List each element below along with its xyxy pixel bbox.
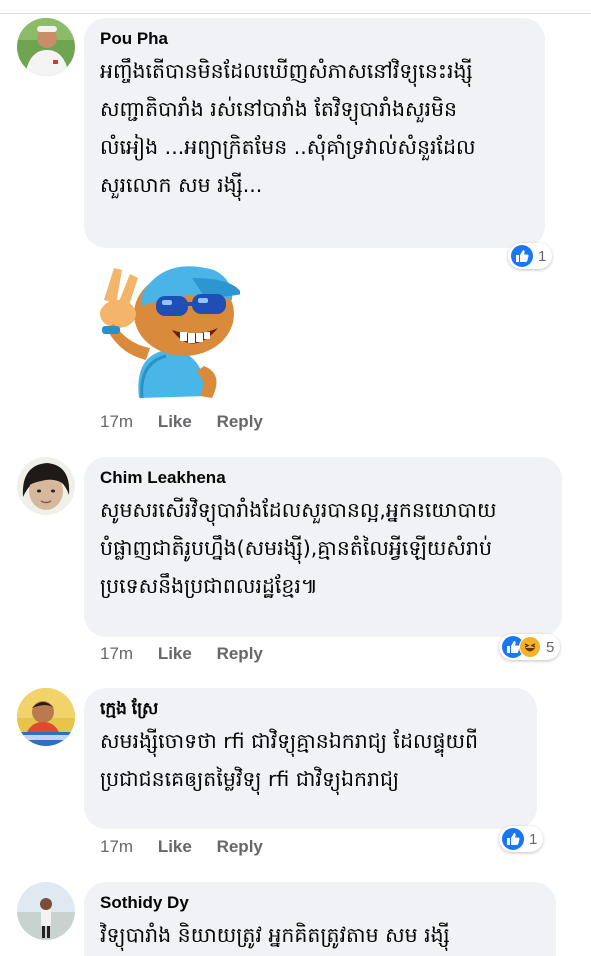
comment-timestamp[interactable]: 17m [100, 412, 133, 432]
commenter-name[interactable]: Pou Pha [100, 28, 529, 50]
reaction-summary[interactable]: 5 [499, 634, 561, 660]
comment-bubble: ក្មេង ស្រែ សមរង្ស៊ីចោទថា rfi ជាវិទ្យុគ្ម… [84, 688, 537, 829]
comment-actions: 17m Like Reply [100, 837, 283, 857]
sticker-thumbs-peace [84, 248, 242, 404]
like-reaction-icon [511, 245, 533, 267]
reaction-count: 1 [529, 830, 538, 848]
comment-actions: 17m Like Reply [100, 644, 283, 664]
like-button[interactable]: Like [158, 412, 192, 432]
reaction-summary[interactable]: 1 [508, 243, 553, 269]
reaction-count: 1 [538, 247, 547, 265]
comment-text: វិទ្យុបារាំង និយាយត្រូវ អ្នកគិតត្រូវតាម … [100, 923, 450, 947]
comment-text: សូមសរសើរវិទ្យុបារាំងដែលសួរបានល្អ,អ្នកនយោ… [100, 498, 497, 598]
like-button[interactable]: Like [158, 644, 192, 664]
reaction-summary[interactable]: 1 [499, 826, 544, 852]
comment-text: អញ្ចឹងតើបានមិនដែលឃើញសំភាសនៅវិទ្យុនេះរង្ស… [100, 59, 476, 197]
commenter-name[interactable]: Chim Leakhena [100, 467, 546, 489]
reply-button[interactable]: Reply [217, 412, 263, 432]
commenter-name[interactable]: ក្មេង ស្រែ [100, 698, 521, 720]
comment-text: សមរង្ស៊ីចោទថា rfi ជាវិទ្យុគ្មានឯករាជ្យ ដ… [100, 729, 479, 791]
comment-bubble: Pou Pha អញ្ចឹងតើបានមិនដែលឃើញសំភាសនៅវិទ្យ… [84, 18, 545, 248]
top-divider [0, 13, 591, 14]
like-button[interactable]: Like [158, 837, 192, 857]
reply-button[interactable]: Reply [217, 644, 263, 664]
avatar[interactable] [17, 882, 75, 940]
commenter-name[interactable]: Sothidy Dy [100, 892, 540, 914]
avatar[interactable] [17, 18, 75, 76]
comment-timestamp[interactable]: 17m [100, 837, 133, 857]
comment-bubble: Chim Leakhena សូមសរសើរវិទ្យុបារាំងដែលសួរ… [84, 457, 562, 637]
like-reaction-icon [502, 828, 524, 850]
reply-button[interactable]: Reply [217, 837, 263, 857]
comment-bubble: Sothidy Dy វិទ្យុបារាំង និយាយត្រូវ អ្នកគ… [84, 882, 556, 956]
avatar[interactable] [17, 688, 75, 746]
comment-timestamp[interactable]: 17m [100, 644, 133, 664]
reaction-count: 5 [546, 638, 555, 656]
avatar[interactable] [17, 457, 75, 515]
comment-actions: 17m Like Reply [100, 412, 283, 432]
haha-reaction-icon [519, 636, 541, 658]
